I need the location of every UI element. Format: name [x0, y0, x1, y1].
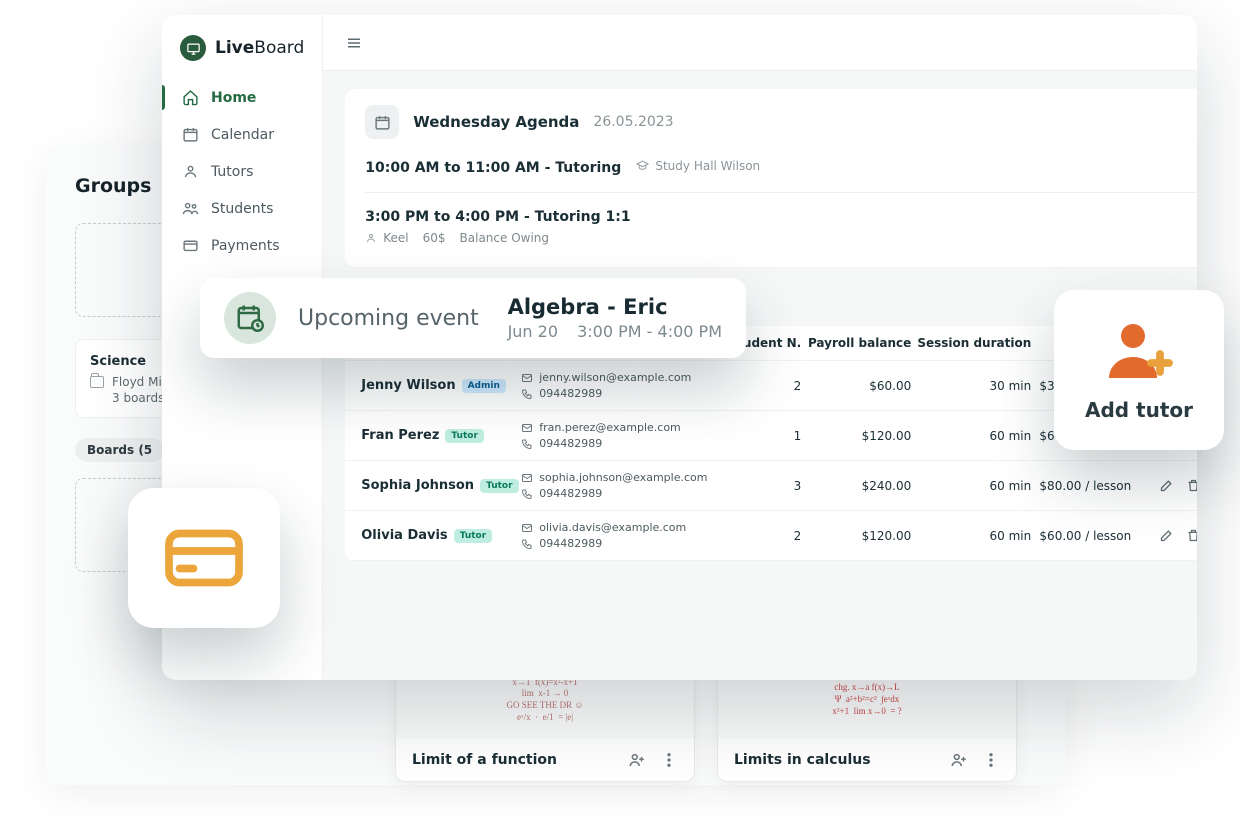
edit-icon[interactable]: [1159, 528, 1174, 543]
lesson-title: Limit of a function: [412, 752, 557, 768]
contact-info: jenny.wilson@example.com094482989: [521, 371, 721, 400]
folder-icon: [90, 376, 104, 388]
person-icon: [365, 232, 377, 244]
sidebar-item-label: Calendar: [211, 127, 274, 143]
role-tag: Admin: [462, 379, 506, 393]
sidebar-item-calendar[interactable]: Calendar: [162, 116, 322, 153]
student-count: 1: [721, 429, 801, 443]
agenda-slot: 3:00 PM to 4:00 PM - Tutoring 1:1: [365, 209, 1197, 225]
add-person-icon[interactable]: [628, 751, 646, 769]
agenda-card: Wednesday Agenda 26.05.2023 10:00 AM to …: [345, 89, 1197, 267]
student-count: 2: [721, 529, 801, 543]
tutor-name: Sophia Johnson: [361, 478, 474, 493]
sidebar-item-label: Students: [211, 201, 273, 217]
sidebar-item-label: Payments: [211, 238, 280, 254]
more-icon[interactable]: [660, 751, 678, 769]
mail-icon: [521, 422, 533, 434]
tutor-name: Fran Perez: [361, 428, 439, 443]
session-duration: 60 min: [911, 429, 1031, 443]
lesson-title: Limits in calculus: [734, 752, 871, 768]
add-tutor-label: Add tutor: [1085, 398, 1193, 422]
contact-info: olivia.davis@example.com094482989: [521, 521, 721, 550]
col-header: Session duration: [911, 336, 1031, 350]
add-person-icon[interactable]: [950, 751, 968, 769]
upcoming-event-label: Upcoming event: [298, 306, 479, 331]
edit-icon[interactable]: [1159, 478, 1174, 493]
price: $80.00 / lesson: [1031, 479, 1131, 493]
agenda-person: Keel: [383, 231, 408, 245]
more-icon[interactable]: [982, 751, 1000, 769]
agenda-location: Study Hall Wilson: [655, 159, 760, 173]
table-row: Sophia Johnson Tutorsophia.johnson@exampl…: [345, 461, 1197, 511]
student-count: 3: [721, 479, 801, 493]
session-duration: 60 min: [911, 529, 1031, 543]
role-tag: Tutor: [480, 479, 518, 493]
session-duration: 60 min: [911, 479, 1031, 493]
menu-icon[interactable]: [345, 34, 363, 52]
boards-chip[interactable]: Boards (5: [75, 438, 164, 462]
credit-card-icon: [161, 523, 247, 593]
sidebar-item-students[interactable]: Students: [162, 190, 322, 227]
sidebar-item-tutors[interactable]: Tutors: [162, 153, 322, 190]
col-header: Payroll balance: [801, 336, 911, 350]
sidebar-item-label: Tutors: [211, 164, 253, 180]
role-tag: Tutor: [454, 529, 492, 543]
phone-icon: [521, 488, 533, 500]
agenda-title: Wednesday Agenda: [413, 113, 579, 131]
logo[interactable]: LiveBoard: [162, 27, 322, 79]
payroll-balance: $60.00: [801, 379, 911, 393]
add-person-icon: [1103, 318, 1175, 384]
calendar-icon: [365, 105, 399, 139]
mail-icon: [521, 472, 533, 484]
phone-icon: [521, 388, 533, 400]
tutor-name: Olivia Davis: [361, 528, 447, 543]
sidebar-item-home[interactable]: Home: [162, 79, 322, 116]
logo-text-a: Live: [215, 38, 254, 58]
table-row: Olivia Davis Tutor olivia.davis@example.co…: [345, 511, 1197, 561]
student-count: 2: [721, 379, 801, 393]
mail-icon: [521, 522, 533, 534]
phone-icon: [521, 438, 533, 450]
contact-info: sophia.johnson@example.com094482989: [521, 471, 721, 500]
agenda-date: 26.05.2023: [593, 114, 673, 130]
agenda-balance-status: Balance Owing: [460, 231, 550, 245]
price: $60.00 / lesson: [1031, 529, 1131, 543]
payroll-balance: $240.00: [801, 479, 911, 493]
delete-icon[interactable]: [1186, 528, 1197, 543]
agenda-slot: 10:00 AM to 11:00 AM - Tutoring: [365, 160, 621, 176]
sidebar-item-payments[interactable]: Payments: [162, 227, 322, 264]
upcoming-event-card[interactable]: Upcoming event Algebra - Eric Jun 20 3:0…: [200, 278, 746, 358]
upcoming-event-date: Jun 20: [508, 322, 558, 341]
calendar-clock-icon: [224, 292, 276, 344]
delete-icon[interactable]: [1186, 478, 1197, 493]
phone-icon: [521, 538, 533, 550]
upcoming-event-title: Algebra - Eric: [508, 295, 722, 319]
group-board-count: 3 boards: [112, 391, 164, 405]
payroll-balance: $120.00: [801, 529, 911, 543]
contact-info: fran.perez@example.com094482989: [521, 421, 721, 450]
payroll-balance: $120.00: [801, 429, 911, 443]
agenda-amount: 60$: [423, 231, 446, 245]
mail-icon: [521, 372, 533, 384]
logo-icon: [180, 35, 206, 61]
add-tutor-button[interactable]: Add tutor: [1054, 290, 1224, 450]
sidebar-item-label: Home: [211, 90, 256, 106]
logo-text-b: Board: [254, 38, 304, 58]
role-tag: Tutor: [445, 429, 483, 443]
tutor-name: Jenny Wilson: [361, 378, 455, 393]
graduation-icon: [636, 159, 649, 172]
payments-callout: [128, 488, 280, 628]
session-duration: 30 min: [911, 379, 1031, 393]
upcoming-event-time: 3:00 PM - 4:00 PM: [577, 322, 722, 341]
